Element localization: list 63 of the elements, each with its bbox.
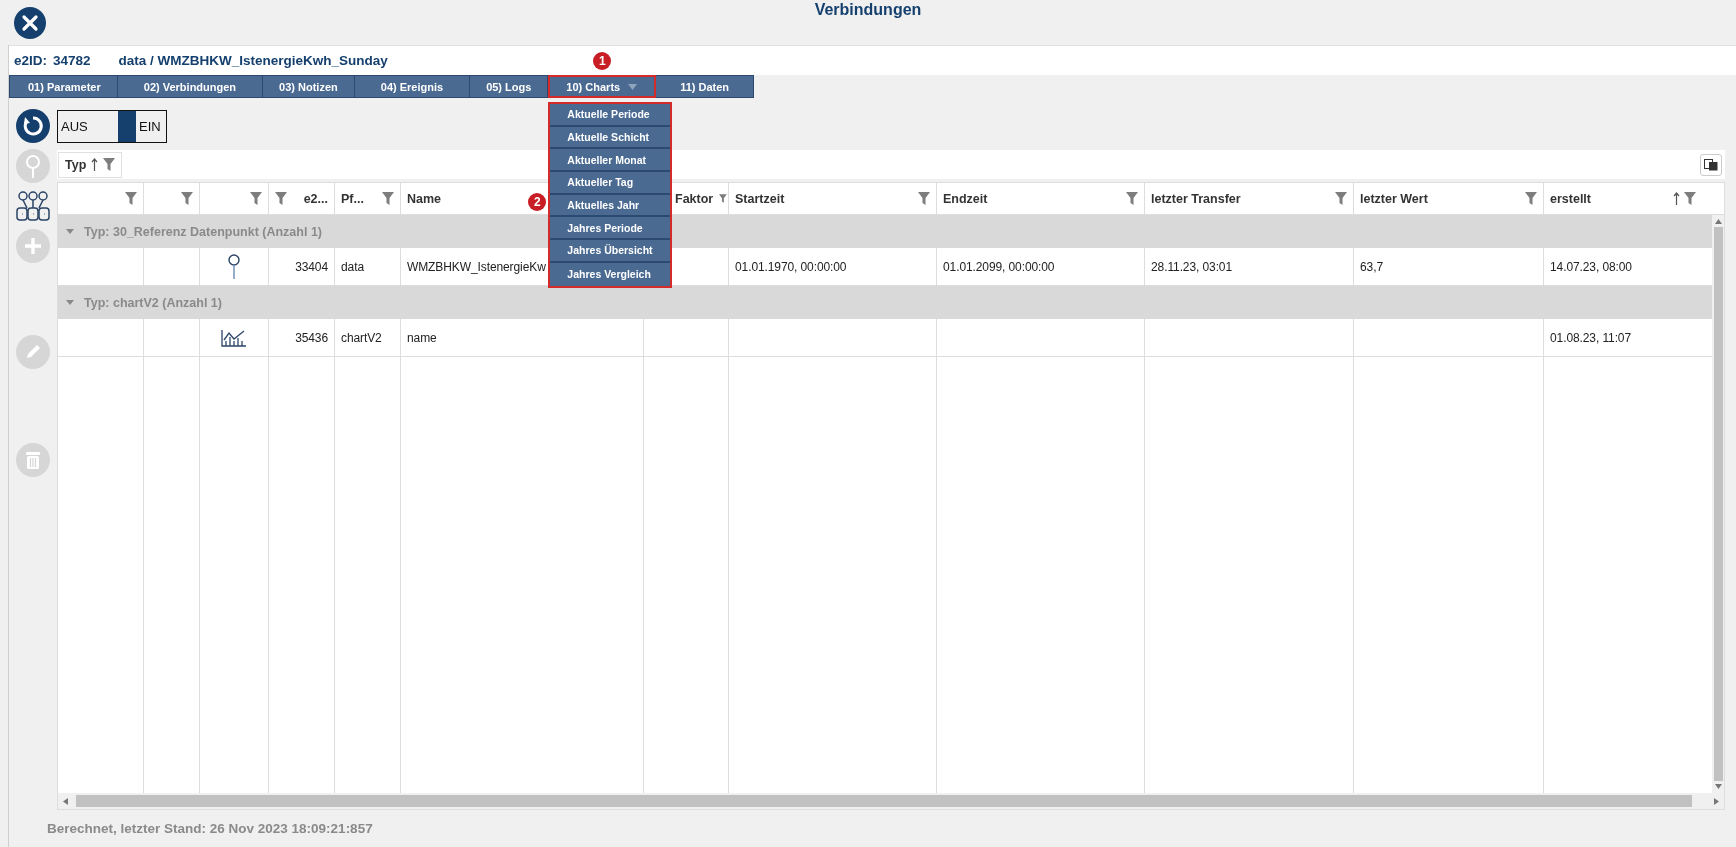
table-cell: name (407, 330, 437, 345)
filter-icon[interactable] (250, 192, 262, 205)
filter-icon[interactable] (719, 192, 727, 205)
table-cell: 01.01.2099, 00:00:00 (943, 259, 1055, 274)
column-header[interactable]: erstellt (1550, 191, 1591, 206)
group-by-chip[interactable]: Typ (58, 151, 123, 178)
filter-icon[interactable] (275, 192, 287, 205)
tab[interactable]: 03) Notizen (263, 75, 355, 98)
column-header[interactable]: Endzeit (943, 191, 988, 206)
column-header[interactable]: letzter Wert (1360, 191, 1428, 206)
column-header[interactable]: letzter Transfer (1151, 191, 1241, 206)
filter-icon[interactable] (918, 192, 930, 205)
scroll-left-icon[interactable] (63, 797, 68, 805)
id-label: e2ID: (14, 53, 47, 68)
group-title: Typ: 30_Referenz Datenpunkt (Anzahl 1) (84, 224, 322, 239)
scroll-up-icon[interactable] (1714, 219, 1722, 224)
column-header[interactable]: Faktor (675, 191, 714, 206)
tab[interactable]: 01) Parameter (9, 75, 118, 98)
pin-icon (228, 253, 240, 280)
tab[interactable]: 11) Daten (656, 75, 755, 98)
close-button[interactable] (14, 6, 46, 39)
table-cell: 01.01.1970, 00:00:00 (735, 259, 847, 274)
caret-icon (628, 83, 638, 90)
refresh-button[interactable] (16, 109, 50, 143)
filter-icon[interactable] (1126, 192, 1138, 205)
table-cell: 33404 (295, 259, 328, 274)
column-chooser-button[interactable] (1700, 153, 1722, 176)
tab[interactable]: 04) Ereignis (354, 75, 471, 98)
horizontal-scrollbar[interactable] (58, 793, 1724, 809)
tab[interactable]: 05) Logs (470, 75, 549, 98)
column-header[interactable]: Startzeit (735, 191, 785, 206)
window-title: Verbindungen (814, 1, 922, 19)
table-cell: 35436 (295, 330, 328, 345)
table-cell: 28.11.23, 03:01 (1151, 259, 1233, 274)
id-value: 34782 (53, 53, 91, 68)
table-cell: 14.07.23, 08:00 (1550, 259, 1632, 274)
filter-icon[interactable] (382, 192, 394, 205)
money-bags-button[interactable] (15, 189, 51, 223)
column-header[interactable]: Pf... (341, 191, 364, 206)
table-cell: 01.08.23, 11:07 (1550, 330, 1632, 345)
on-off-switch[interactable]: AUS EIN (57, 110, 167, 143)
table-cell: WMZBHKW_IstenergieKw (407, 259, 546, 274)
filter-icon[interactable] (1335, 192, 1347, 205)
vertical-scrollbar[interactable] (1712, 215, 1724, 793)
scroll-right-icon[interactable] (1714, 797, 1719, 805)
table-cell: data (341, 259, 364, 274)
column-header[interactable]: Name (407, 191, 442, 206)
filter-icon[interactable] (1684, 192, 1696, 205)
tab[interactable]: 10) Charts (548, 75, 657, 98)
status-text: Berechnet, letzter Stand: 26 Nov 2023 18:09:21:857 (46, 820, 373, 838)
column-header[interactable]: e2... (303, 191, 328, 206)
filter-icon[interactable] (125, 192, 137, 205)
scroll-down-icon[interactable] (1714, 784, 1722, 789)
line-chart-icon (221, 328, 247, 347)
filter-icon[interactable] (181, 192, 193, 205)
filter-icon[interactable] (1525, 192, 1537, 205)
record-path: data / WMZBHKW_IstenergieKwh_Sunday (118, 53, 388, 68)
group-title: Typ: chartV2 (Anzahl 1) (84, 295, 222, 310)
table-cell: 63,7 (1360, 259, 1383, 274)
table-cell: chartV2 (341, 330, 382, 345)
filter-icon (103, 158, 116, 171)
columns-icon (1704, 158, 1718, 171)
tab[interactable]: 02) Verbindungen (117, 75, 264, 98)
